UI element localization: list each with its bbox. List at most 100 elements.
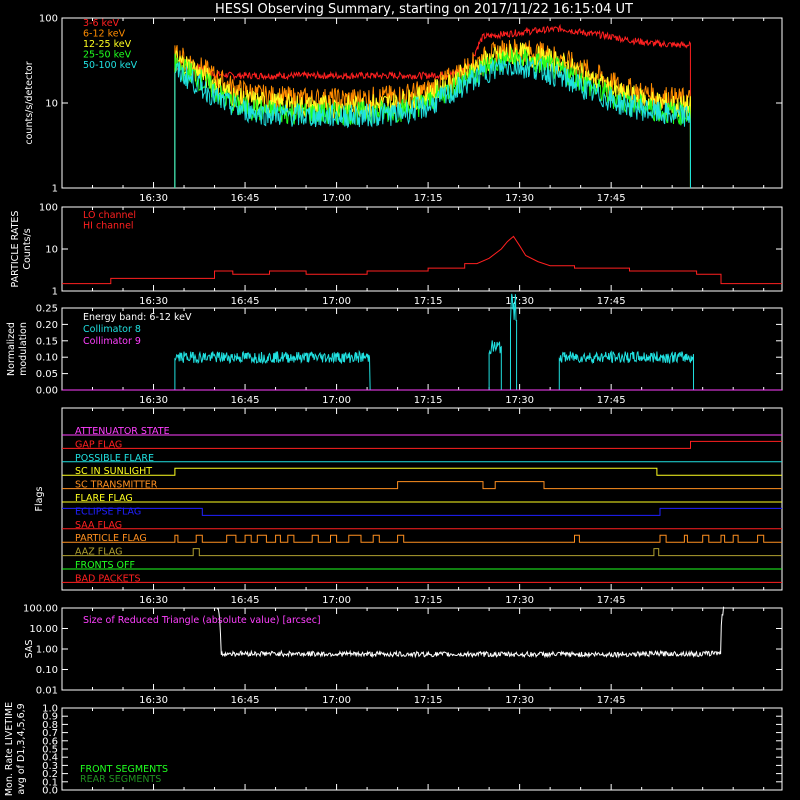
legend-entry: Collimator 8 — [83, 324, 141, 335]
panel-modulation: 16:30 16:45 17:00 17:15 17:30 17:45 0.00 0.05 0.… — [6, 293, 783, 406]
x-tick-label: 17:45 — [597, 595, 626, 606]
legend-entry: Collimator 9 — [83, 336, 141, 347]
y-tick-label: 0.01 — [36, 686, 58, 697]
y-tick-label: 0.20 — [36, 320, 58, 331]
y-tick-label: 100 — [39, 203, 58, 214]
x-tick-label: 16:45 — [231, 595, 260, 606]
y-tick-label: 0.05 — [36, 369, 58, 380]
x-tick-label: 17:45 — [597, 695, 626, 706]
y-tick-label: 0.25 — [36, 304, 58, 315]
flag-label: FRONTS OFF — [75, 560, 135, 571]
y-tick-label: 10.00 — [29, 624, 58, 635]
panel-sas: 16:30 16:45 17:00 17:15 17:30 17:45 0.01 0.10 1.… — [23, 604, 783, 706]
x-tick-label: 16:30 — [139, 395, 168, 406]
x-tick-label: 17:45 — [597, 395, 626, 406]
x-tick-label: 17:00 — [322, 595, 351, 606]
x-tick-label: 16:45 — [231, 296, 260, 307]
x-tick-label: 16:30 — [139, 695, 168, 706]
flag-label: AAZ FLAG — [75, 547, 122, 558]
series-line-hi-channel — [62, 235, 782, 285]
x-tick-label: 17:15 — [414, 296, 443, 307]
panel-flags: 16:30 16:45 17:00 17:15 17:30 17:45 Flags ATTEN… — [34, 407, 783, 606]
flag-label: ECLIPSE FLAG — [75, 506, 141, 517]
flag-trace — [62, 548, 782, 557]
flag-label: ATTENUATOR STATE — [75, 426, 170, 437]
legend-entry: 50-100 keV — [83, 60, 138, 71]
legend-entry: HI channel — [83, 221, 134, 232]
y-axis-label: SAS — [24, 640, 35, 659]
legend-entry: 3-6 keV — [83, 18, 120, 29]
y-axis-label: avg of D1,3,4,5,6,9 — [16, 703, 27, 794]
chart-annotation: Energy band: 6-12 keV — [83, 312, 192, 323]
x-tick-label: 17:15 — [414, 695, 443, 706]
y-tick-label: 0.10 — [36, 665, 58, 676]
y-tick-label: 100.00 — [23, 604, 58, 615]
x-tick-label: 17:30 — [505, 695, 534, 706]
legend-entry: LO channel — [83, 210, 136, 221]
flag-label: BAD PACKETS — [75, 573, 141, 584]
series-line-12-25-kev — [174, 42, 691, 189]
flag-label: SC IN SUNLIGHT — [75, 466, 152, 477]
y-tick-label: 0.00 — [36, 386, 58, 397]
x-tick-label: 17:30 — [505, 193, 534, 204]
legend-entry: 6-12 keV — [83, 29, 126, 40]
panel-frame — [61, 707, 783, 791]
x-tick-label: 17:45 — [597, 193, 626, 204]
panel-livetime: 0.00.10.20.30.40.50.60.70.80.91.0Mon. Ra… — [4, 702, 783, 797]
flag-label: PARTICLE FLAG — [75, 533, 147, 544]
x-tick-label: 17:00 — [322, 695, 351, 706]
x-tick-label: 17:15 — [414, 395, 443, 406]
y-tick-label: 1 — [52, 287, 58, 298]
x-tick-label: 17:00 — [322, 296, 351, 307]
x-tick-label: 16:45 — [231, 395, 260, 406]
y-tick-label: 10 — [45, 245, 58, 256]
hessi-summary-figure: HESSI Observing Summary, starting on 201… — [4, 2, 783, 797]
y-tick-label: 100 — [39, 14, 58, 25]
series-line-25-50-kev — [174, 48, 691, 189]
x-tick-label: 16:30 — [139, 595, 168, 606]
y-axis-label: counts/s/detector — [24, 61, 35, 144]
flag-label: FLARE FLAG — [75, 493, 133, 504]
y-axis-label: Mon. Rate LIVETIME — [4, 702, 15, 796]
series-line-collimator-8 — [558, 350, 695, 391]
y-axis-label: Flags — [34, 486, 45, 511]
flag-label: POSSIBLE FLARE — [75, 453, 154, 464]
x-tick-label: 17:15 — [414, 193, 443, 204]
x-tick-label: 17:45 — [597, 296, 626, 307]
flag-trace — [62, 467, 782, 476]
y-axis-label: Counts/s — [22, 228, 33, 269]
legend-entry: 25-50 keV — [83, 50, 132, 61]
x-tick-label: 16:45 — [231, 695, 260, 706]
y-tick-label: 1.00 — [36, 645, 58, 656]
x-tick-label: 17:00 — [322, 193, 351, 204]
y-axis-label: Normalized — [6, 322, 17, 376]
x-tick-label: 17:30 — [505, 595, 534, 606]
chart-annotation: Size of Reduced Triangle (absolute value… — [83, 615, 321, 626]
flag-label: SAA FLAG — [75, 520, 122, 531]
y-axis-label: modulation — [18, 322, 29, 376]
series-line-collimator-8 — [488, 340, 502, 391]
panel-lightcurves: 16:30 16:45 17:00 17:15 17:30 17:45 1 10 100 coun… — [24, 14, 783, 204]
series-line-collimator-8 — [174, 349, 371, 391]
x-tick-label: 17:30 — [505, 296, 534, 307]
flag-trace — [62, 440, 782, 449]
x-tick-label: 16:45 — [231, 193, 260, 204]
legend-entry: REAR SEGMENTS — [80, 774, 161, 785]
flag-trace — [62, 507, 782, 516]
x-tick-label: 17:15 — [414, 595, 443, 606]
flag-trace — [62, 534, 782, 543]
y-axis-label: PARTICLE RATES — [10, 211, 21, 288]
flag-label: GAP FLAG — [75, 439, 122, 450]
flag-label: SC TRANSMITTER — [75, 480, 158, 491]
x-tick-label: 17:30 — [505, 395, 534, 406]
flag-trace — [62, 481, 782, 490]
x-tick-label: 16:30 — [139, 193, 168, 204]
x-tick-label: 17:00 — [322, 395, 351, 406]
y-tick-label: 1 — [52, 184, 58, 195]
legend-entry: 12-25 keV — [83, 39, 132, 50]
y-tick-label: 0.10 — [36, 353, 58, 364]
y-tick-label: 1.0 — [42, 704, 58, 715]
series-line-collimator-8 — [509, 293, 518, 391]
figure-title: HESSI Observing Summary, starting on 201… — [215, 2, 633, 17]
x-tick-label: 16:30 — [139, 296, 168, 307]
